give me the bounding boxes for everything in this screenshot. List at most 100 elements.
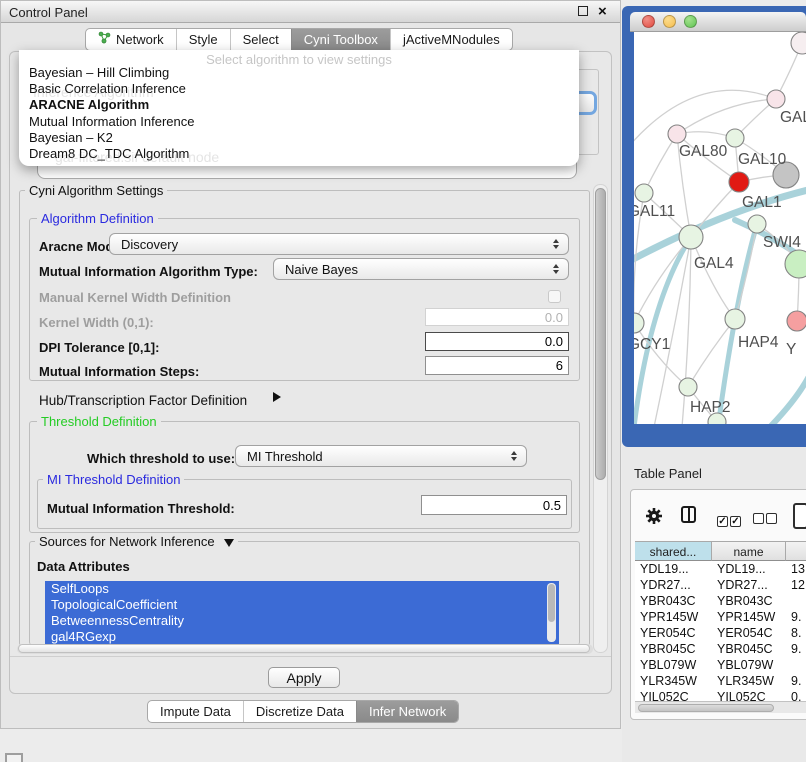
sources-title: Sources for Network Inference [39,534,215,549]
table-row[interactable]: YER054CYER054C8. [635,625,806,641]
table-row[interactable]: YBR043CYBR043C [635,593,806,609]
column-header-name[interactable]: name [712,541,786,561]
table-hscrollbar-thumb[interactable] [638,704,774,712]
network-node-big-green[interactable] [785,250,806,278]
control-panel-window: Control Panel × Network Style Select Cyni T… [0,0,621,729]
select-all-columns-icon[interactable]: ✓✓ [717,511,741,529]
network-node-gal[interactable] [767,90,785,108]
column-header-2[interactable] [786,541,806,561]
table-cell: YBR043C [712,593,786,609]
table-hscrollbar-track[interactable] [635,701,806,713]
aracne-mode-combo[interactable]: Discovery [109,233,569,255]
table-panel-title: Table Panel [634,466,702,481]
network-canvas[interactable]: GALGAL80GAL10GAL1GAL11SWI4GAL4GCY1HAP4YH… [634,32,806,424]
mi-type-combo[interactable]: Naive Bayes [273,258,569,280]
algorithm-dropdown-popup: Select algorithm to view settings Bayesi… [19,50,579,166]
network-node-gal4[interactable] [679,225,703,249]
network-node-y[interactable] [787,311,806,331]
document-icon[interactable] [793,503,806,529]
table-cell: YIL052C [635,689,712,701]
window-title: Control Panel [9,5,88,20]
close-traffic-light-icon[interactable] [642,15,655,28]
table-row[interactable]: YBR045CYBR045C9. [635,641,806,657]
network-node-gal80[interactable] [668,125,686,143]
bottom-tabs: Impute DataDiscretize Data Infer Network [147,700,459,723]
settings-scrollbar-track[interactable] [593,184,608,653]
mi-threshold-input[interactable] [421,495,567,515]
table-row[interactable]: YPR145WYPR145W9. [635,609,806,625]
table-panel-region: Table Panel ✓✓ shared.. [622,447,806,762]
cyni-algorithm-settings-title: Cyni Algorithm Settings [25,183,167,198]
table-cell: YLR345W [712,673,786,689]
algorithm-option-bayesian-k2[interactable]: Bayesian – K2 [19,130,579,146]
network-node-label: GAL [780,109,806,126]
tab-style[interactable]: Style [176,29,230,50]
mi-steps-input[interactable] [425,356,569,375]
table-row[interactable]: YIL052CYIL052C0. [635,689,806,701]
network-node-gal11[interactable] [635,184,653,202]
which-threshold-combo[interactable]: MI Threshold [235,445,527,467]
data-attribute-item-selfloops[interactable]: SelfLoops [45,581,559,597]
float-window-icon[interactable] [578,6,588,16]
kernel-width-input[interactable] [425,308,569,326]
table-cell: YDR27... [712,577,786,593]
tab-label: Network [116,29,164,50]
table-row[interactable]: YLR345WYLR345W9. [635,673,806,689]
apply-button[interactable]: Apply [268,667,340,688]
algorithm-definition-title: Algorithm Definition [37,211,158,226]
data-attributes-list[interactable]: SelfLoopsTopologicalCoefficientBetweenne… [45,581,559,644]
columns-icon[interactable] [681,506,696,523]
network-edge [644,134,677,193]
settings-hscrollbar-thumb[interactable] [18,644,590,653]
table-row[interactable]: YBL079WYBL079W [635,657,806,673]
dropdown-items: Bayesian – Hill ClimbingBasic Correlatio… [19,65,579,162]
algorithm-option-bayesian-hill-climbing[interactable]: Bayesian – Hill Climbing [19,65,579,81]
minimize-traffic-light-icon[interactable] [663,15,676,28]
manual-kernel-checkbox[interactable] [548,290,561,303]
network-node-gal1[interactable] [729,172,749,192]
network-node-label: Y [786,341,796,358]
tab-infer-network[interactable]: Infer Network [356,701,458,722]
algorithm-option-mutual-information-inference[interactable]: Mutual Information Inference [19,114,579,130]
tab-select[interactable]: Select [230,29,291,50]
tab-label: Infer Network [369,701,446,722]
tab-impute-data[interactable]: Impute Data [148,701,243,722]
network-node-hap4[interactable] [725,309,745,329]
tab-discretize-data[interactable]: Discretize Data [243,701,356,722]
settings-scrollbar-thumb[interactable] [595,188,606,480]
network-node-swi4[interactable] [748,215,766,233]
aracne-mode-value: Discovery [121,237,178,252]
mi-type-label: Mutual Information Algorithm Type: [39,264,258,279]
table-cell: 9. [786,673,806,689]
gear-icon[interactable] [645,507,663,525]
column-header-shared[interactable]: shared... [635,541,712,561]
tab-jactivemnodules[interactable]: jActiveMNodules [390,29,512,50]
network-edge [677,99,776,134]
tab-label: Select [243,29,279,50]
data-attribute-item-gal4rgexp[interactable]: gal4RGexp [45,629,559,644]
zoom-traffic-light-icon[interactable] [684,15,697,28]
deselect-all-columns-icon[interactable] [753,511,777,529]
tab-label: Cyni Toolbox [304,29,378,50]
tab-network[interactable]: Network [86,29,176,50]
network-node-top-partial[interactable] [791,32,806,54]
expand-arrow-icon[interactable] [273,392,281,402]
collapse-arrow-icon[interactable] [224,539,234,547]
settings-hscrollbar-track[interactable] [17,644,593,654]
attr-list-scrollbar-track[interactable] [547,583,556,642]
tab-cyni-toolbox[interactable]: Cyni Toolbox [291,29,390,50]
close-icon[interactable]: × [598,7,607,17]
network-node-gal10[interactable] [726,129,744,147]
attr-list-scrollbar-thumb[interactable] [548,584,555,622]
table-cell: 8. [786,625,806,641]
data-attribute-item-topologicalcoefficient[interactable]: TopologicalCoefficient [45,597,559,613]
dpi-tolerance-input[interactable] [425,332,569,351]
table-row[interactable]: YDL19...YDL19...13 [635,561,806,577]
network-node-hap2[interactable] [679,378,697,396]
data-attribute-item-betweennesscentrality[interactable]: BetweennessCentrality [45,613,559,629]
network-edge [691,237,735,319]
table-row[interactable]: YDR27...YDR27...12 [635,577,806,593]
ghost-label: gal-filtered.sif default node [55,149,219,165]
control-panel-titlebar: Control Panel × [1,1,620,23]
network-node-gcy1[interactable] [634,313,644,333]
